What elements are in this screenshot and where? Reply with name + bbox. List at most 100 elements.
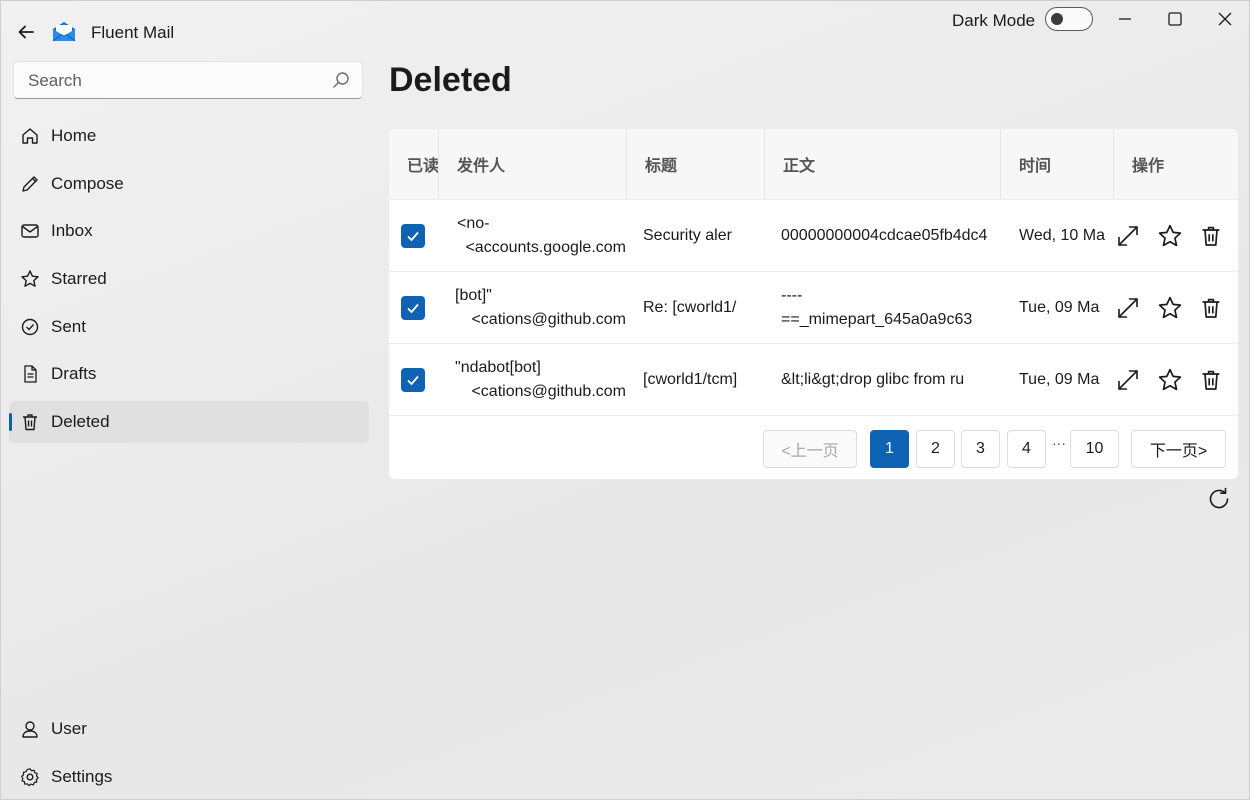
page-button-10[interactable]: 10 [1070,430,1119,468]
column-header-read[interactable]: 已读 [389,129,439,199]
sender-line: accounts.google.com> [465,239,626,256]
time-cell: Tue, 09 Ma [1019,371,1100,388]
expand-icon [1118,298,1138,318]
minimize-button[interactable] [1105,5,1145,33]
app-title: Fluent Mail [91,23,175,42]
pencil-icon [19,173,41,195]
column-header-subject[interactable]: 标题 [626,129,764,199]
search-box [13,61,363,99]
page-button-2[interactable]: 2 [916,430,955,468]
app-window: Fluent Mail Dark Mode Home Compose Inbox… [0,0,1250,800]
close-icon [1218,12,1232,26]
nav-label: Inbox [51,221,93,240]
star-icon [1158,368,1182,391]
column-header-time[interactable]: 时间 [1000,129,1113,199]
prev-page-button[interactable]: <上一页 [763,430,857,468]
sender-cell: <no- accounts.google.com> [455,200,626,272]
body-cell: &lt;li&gt;drop glibc from ru [781,371,965,388]
check-circle-icon [19,316,41,338]
page-button-3[interactable]: 3 [961,430,1000,468]
star-button[interactable] [1156,294,1184,322]
body-line: ==_mimepart_645a0a9c63 [781,311,973,328]
sender-line: <no- [457,215,490,232]
app-logo-icon [51,20,77,44]
nav-item-drafts[interactable]: Drafts [9,353,369,395]
close-button[interactable] [1205,5,1245,33]
arrow-left-icon [18,25,34,39]
divider [389,415,1238,416]
checkmark-icon [407,303,419,314]
subject-cell: Re: [cworld1/ [643,299,737,316]
sender-line: [bot]" [455,287,492,304]
nav-item-sent[interactable]: Sent [9,306,369,348]
table-row[interactable]: [bot]" cations@github.com> Re: [cworld1/… [389,271,1238,343]
back-button[interactable] [13,19,39,45]
read-checkbox[interactable] [401,224,425,248]
delete-button[interactable] [1197,294,1225,322]
trash-icon [19,411,41,433]
next-page-button[interactable]: 下一页> [1131,430,1226,468]
table-row[interactable]: <no- accounts.google.com> Security aler … [389,199,1238,271]
expand-icon [1118,226,1138,246]
read-checkbox[interactable] [401,368,425,392]
star-icon [19,268,41,290]
body-cell: ---- ==_mimepart_645a0a9c63 [781,272,1001,344]
time-cell: Wed, 10 Ma [1019,227,1105,244]
nav-label: Settings [51,767,113,786]
sender-cell: ndabot[bot]" cations@github.com> [455,344,626,416]
star-button[interactable] [1156,222,1184,250]
page-button-1[interactable]: 1 [870,430,909,468]
document-icon [19,363,41,385]
sender-line: cations@github.com> [471,383,626,400]
sender-cell: [bot]" cations@github.com> [455,272,626,344]
star-button[interactable] [1156,366,1184,394]
page-button-4[interactable]: 4 [1007,430,1046,468]
nav-label: Deleted [51,412,110,431]
checkmark-icon [407,375,419,386]
refresh-icon [1209,487,1229,509]
subject-cell: [cworld1/tcm] [643,371,738,388]
open-button[interactable] [1114,222,1142,250]
trash-icon [1202,370,1220,390]
user-icon [19,718,41,740]
maximize-button[interactable] [1155,5,1195,33]
body-line: ---- [781,287,803,304]
nav-label: Home [51,126,97,145]
star-icon [1158,224,1182,247]
column-header-sender[interactable]: 发件人 [438,129,626,199]
read-checkbox[interactable] [401,296,425,320]
table-header: 已读 发件人 标题 正文 时间 操作 [389,129,1238,199]
dark-mode-label: Dark Mode [952,11,1036,30]
nav-item-home[interactable]: Home [9,115,369,157]
nav-item-user[interactable]: User [9,708,369,750]
star-icon [1158,296,1182,319]
search-icon[interactable] [332,71,350,89]
maximize-icon [1168,12,1182,26]
body-cell: 00000000004cdcae05fb4dc4 [781,227,988,244]
nav-item-settings[interactable]: Settings [9,756,369,798]
search-input[interactable] [26,70,330,92]
nav-item-compose[interactable]: Compose [9,163,369,205]
nav-item-starred[interactable]: Starred [9,258,369,300]
home-icon [19,125,41,147]
table-row[interactable]: ndabot[bot]" cations@github.com> [cworld… [389,343,1238,415]
delete-button[interactable] [1197,366,1225,394]
nav-item-deleted[interactable]: Deleted [9,401,369,443]
gear-icon [19,766,41,788]
trash-icon [1202,226,1220,246]
column-header-body[interactable]: 正文 [764,129,1000,199]
trash-icon [1202,298,1220,318]
sender-line: ndabot[bot]" [455,359,541,376]
delete-button[interactable] [1197,222,1225,250]
nav-item-inbox[interactable]: Inbox [9,210,369,252]
open-button[interactable] [1114,366,1142,394]
expand-icon [1118,370,1138,390]
refresh-button[interactable] [1205,485,1233,513]
time-cell: Tue, 09 Ma [1019,299,1100,316]
pager-ellipsis: ··· [1052,435,1066,451]
nav-label: Sent [51,317,86,336]
dark-mode-toggle[interactable] [1045,7,1093,31]
open-button[interactable] [1114,294,1142,322]
nav-label: Starred [51,269,107,288]
toggle-knob [1051,13,1063,25]
